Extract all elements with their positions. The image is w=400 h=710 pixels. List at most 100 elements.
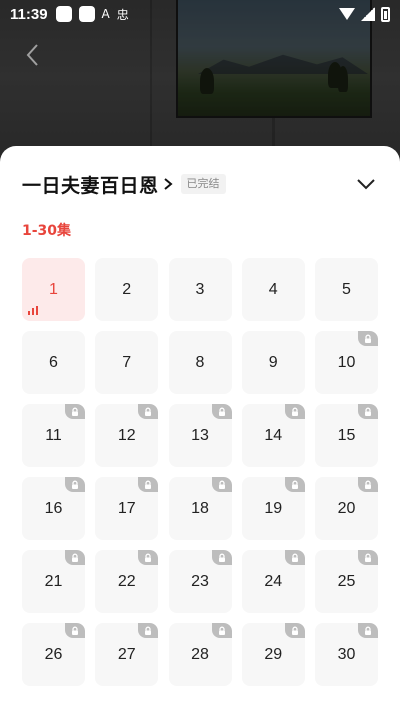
episode-number: 15 xyxy=(337,426,356,444)
episode-item[interactable]: 26 xyxy=(22,623,85,686)
lock-icon xyxy=(284,550,305,565)
episode-number: 23 xyxy=(191,572,209,590)
lock-icon xyxy=(284,623,305,638)
episode-sheet: 一日夫妻百日恩 已完结 1-30集 1 2 3 4 5 6 7 8 9 10 11 12 13 14 15 1… xyxy=(0,146,400,710)
chevron-down-icon xyxy=(357,179,375,190)
episode-item[interactable]: 9 xyxy=(241,331,305,394)
episode-number: 13 xyxy=(191,426,209,444)
episode-item[interactable]: 21 xyxy=(22,550,85,613)
lock-icon xyxy=(284,404,305,419)
episode-number: 12 xyxy=(117,426,136,444)
episode-item[interactable]: 28 xyxy=(168,623,232,686)
lock-icon xyxy=(358,550,378,565)
episode-grid: 1 2 3 4 5 6 7 8 9 10 11 12 13 14 15 16 17 18 19 20 21 22 23 24 2… xyxy=(22,258,378,686)
collapse-button[interactable] xyxy=(352,174,380,194)
episode-number: 1 xyxy=(49,280,58,298)
episode-item[interactable]: 12 xyxy=(95,404,159,467)
lock-icon xyxy=(65,623,85,638)
episode-number: 20 xyxy=(337,499,356,517)
episode-number: 18 xyxy=(191,499,209,517)
episode-number: 25 xyxy=(337,572,356,590)
episode-number: 19 xyxy=(264,499,283,517)
episode-item[interactable]: 13 xyxy=(168,404,232,467)
episode-number: 5 xyxy=(342,280,351,298)
episode-item[interactable]: 7 xyxy=(95,331,159,394)
drama-title[interactable]: 一日夫妻百日恩 xyxy=(22,171,159,198)
episode-number: 16 xyxy=(44,499,63,517)
episode-number: 2 xyxy=(122,280,132,298)
lock-icon xyxy=(65,550,85,565)
episode-item[interactable]: 18 xyxy=(168,477,232,540)
lock-icon xyxy=(211,623,232,638)
lock-icon xyxy=(358,623,378,638)
lock-icon xyxy=(65,404,85,419)
episode-item[interactable]: 2 xyxy=(95,258,159,321)
episode-item[interactable]: 1 xyxy=(22,258,85,321)
episode-number: 17 xyxy=(117,499,136,517)
episode-item[interactable]: 17 xyxy=(95,477,159,540)
episode-item[interactable]: 25 xyxy=(315,550,378,613)
sheet-header: 一日夫妻百日恩 已完结 xyxy=(22,170,380,198)
episode-item[interactable]: 24 xyxy=(241,550,305,613)
lock-icon xyxy=(211,550,232,565)
chevron-left-icon xyxy=(26,44,38,66)
status-badge: 已完结 xyxy=(180,174,226,194)
episode-number: 6 xyxy=(49,353,58,371)
episode-item[interactable]: 19 xyxy=(241,477,305,540)
episode-number: 10 xyxy=(337,353,356,371)
episode-item[interactable]: 8 xyxy=(168,331,232,394)
episode-item[interactable]: 23 xyxy=(168,550,232,613)
episode-item[interactable]: 5 xyxy=(315,258,378,321)
lock-icon xyxy=(138,550,159,565)
battery-icon xyxy=(381,6,390,22)
lock-icon xyxy=(138,404,159,419)
lock-icon xyxy=(65,477,85,492)
episode-item[interactable]: 14 xyxy=(241,404,305,467)
episode-number: 8 xyxy=(195,353,205,371)
episode-item[interactable]: 11 xyxy=(22,404,85,467)
back-button[interactable] xyxy=(22,42,44,68)
episode-number: 22 xyxy=(117,572,136,590)
signal-icon xyxy=(361,7,375,21)
episode-number: 30 xyxy=(337,645,356,663)
episode-item[interactable]: 16 xyxy=(22,477,85,540)
notification-app-icon: 忠 xyxy=(116,7,129,22)
episode-item[interactable]: 30 xyxy=(315,623,378,686)
lock-icon xyxy=(358,404,378,419)
episode-item[interactable]: 20 xyxy=(315,477,378,540)
episode-item[interactable]: 4 xyxy=(241,258,305,321)
lock-icon xyxy=(138,623,159,638)
lock-icon xyxy=(358,331,378,346)
episode-number: 21 xyxy=(44,572,63,590)
lock-icon xyxy=(358,477,378,492)
episode-item[interactable]: 22 xyxy=(95,550,159,613)
episode-number: 26 xyxy=(44,645,63,663)
episode-range-tab[interactable]: 1-30集 xyxy=(22,220,71,240)
episode-number: 9 xyxy=(268,353,278,371)
episode-item[interactable]: 10 xyxy=(315,331,378,394)
now-playing-icon xyxy=(28,306,38,315)
episode-item[interactable]: 6 xyxy=(22,331,85,394)
episode-number: 27 xyxy=(117,645,136,663)
episode-number: 29 xyxy=(264,645,283,663)
notification-a-icon: A xyxy=(101,7,110,21)
notification-icon xyxy=(78,6,95,22)
lock-icon xyxy=(284,477,305,492)
episode-number: 11 xyxy=(45,426,62,444)
episode-number: 3 xyxy=(195,280,205,298)
status-bar: 11:39 A 忠 xyxy=(0,0,400,28)
lock-icon xyxy=(211,404,232,419)
chevron-right-icon[interactable] xyxy=(163,177,173,191)
episode-item[interactable]: 3 xyxy=(168,258,232,321)
notification-icon xyxy=(55,6,72,22)
lock-icon xyxy=(211,477,232,492)
episode-item[interactable]: 15 xyxy=(315,404,378,467)
status-time: 11:39 xyxy=(10,5,48,23)
lock-icon xyxy=(138,477,159,492)
episode-item[interactable]: 29 xyxy=(241,623,305,686)
wifi-icon xyxy=(339,8,355,20)
episode-number: 14 xyxy=(264,426,283,444)
episode-number: 4 xyxy=(268,280,278,298)
episode-item[interactable]: 27 xyxy=(95,623,159,686)
episode-number: 7 xyxy=(122,353,132,371)
